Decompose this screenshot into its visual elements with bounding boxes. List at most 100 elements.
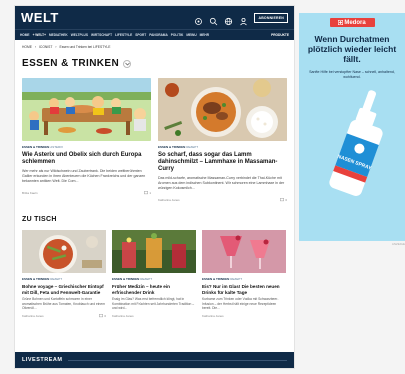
subscribe-button[interactable]: ABONNIEREN bbox=[254, 12, 288, 23]
article-headline[interactable]: Eis? Nur im Glas! Die besten neuen Drink… bbox=[202, 284, 286, 295]
nav-item-mehr[interactable]: MEHR bbox=[200, 33, 209, 37]
article-headline[interactable]: Bohne voyage – Griechischer Eintopf mit … bbox=[22, 284, 106, 295]
comments-count[interactable]: 0 bbox=[280, 198, 287, 202]
ad-brand-name: Medora bbox=[344, 19, 366, 26]
kicker-category: ESSEN & TRINKEN bbox=[22, 277, 50, 281]
kicker-subcategory: REZEPT bbox=[140, 277, 153, 281]
article-meta: Katharina Janes bbox=[202, 314, 286, 318]
article-author[interactable]: Katharina Janes bbox=[22, 314, 44, 318]
divider bbox=[68, 359, 287, 361]
zu-tisch-grid: ESSEN & TRINKEN REZEPT Bohne voyage – Gr… bbox=[15, 223, 294, 318]
brightness-icon[interactable] bbox=[194, 13, 203, 25]
nav-item-sport[interactable]: SPORT bbox=[135, 33, 146, 37]
kicker-category: ESSEN & TRINKEN bbox=[158, 145, 186, 149]
kicker-subcategory: REZEPT bbox=[50, 277, 63, 281]
site-header: WELT ABONNIEREN bbox=[15, 6, 294, 29]
medical-cross-icon bbox=[338, 20, 344, 25]
main-nav: HOME + WELT+ MEDIATHEK WELTPLUS WIRTSCHA… bbox=[15, 29, 294, 40]
hero-article-lamm-curry[interactable]: ESSEN & TRINKEN REZEPT So scharf, dass s… bbox=[158, 78, 287, 202]
lamb-curry-image[interactable] bbox=[158, 78, 287, 141]
article-headline[interactable]: Früher Medizin – heute ein erfrischender… bbox=[112, 284, 196, 295]
chevron-down-icon[interactable] bbox=[123, 59, 132, 68]
article-teaser: Essig im Glas? Was erst befremdlich klin… bbox=[112, 297, 195, 310]
ad-label: ANZEIGE bbox=[391, 242, 405, 246]
article-card-drink[interactable]: ESSEN & TRINKEN REZEPT Früher Medizin – … bbox=[112, 230, 196, 318]
livestream-bar[interactable]: LIVESTREAM bbox=[15, 352, 294, 368]
article-author[interactable]: Katharina Janes bbox=[112, 314, 134, 318]
nav-item-politik[interactable]: POLITIK bbox=[171, 33, 184, 37]
advertisement-banner[interactable]: Medora Wenn Durchatmen plötzlich wieder … bbox=[299, 13, 405, 241]
browser-viewport: WELT ABONNIEREN HOME + WELT+ MEDIATHEK W… bbox=[0, 0, 405, 374]
article-meta: Katharina Janes 0 bbox=[158, 198, 287, 202]
nav-item-wirtschaft[interactable]: WIRTSCHAFT bbox=[91, 33, 112, 37]
kicker-subcategory: ASTERIX bbox=[50, 145, 64, 149]
comment-icon bbox=[99, 314, 104, 318]
breadcrumb-home[interactable]: HOME bbox=[22, 45, 32, 49]
article-teaser: Wer mehr als nur Wildschwein und Zaubert… bbox=[22, 169, 146, 183]
article-card-eis-drinks[interactable]: ESSEN & TRINKEN REZEPT Eis? Nur im Glas!… bbox=[202, 230, 286, 318]
breadcrumb-separator: › bbox=[55, 45, 57, 49]
article-meta: Katharina Janes bbox=[112, 314, 196, 318]
kicker-category: ESSEN & TRINKEN bbox=[112, 277, 140, 281]
kicker-category: ESSEN & TRINKEN bbox=[202, 277, 230, 281]
nav-item-mediathek[interactable]: MEDIATHEK bbox=[49, 33, 68, 37]
comment-icon bbox=[280, 198, 285, 202]
header-icons: ABONNIEREN bbox=[194, 12, 288, 26]
hero-article-asterix[interactable]: ESSEN & TRINKEN ASTERIX Wie Asterix und … bbox=[22, 78, 151, 202]
drink-glasses-image[interactable] bbox=[112, 230, 196, 273]
article-headline[interactable]: Wie Asterix und Obelix sich durch Europa… bbox=[22, 152, 151, 166]
article-teaser: Kurbame zum Trinken oder Vodka mit Schwa… bbox=[202, 297, 279, 310]
article-teaser: Das mild-scharfe, aromatische Massaman-C… bbox=[158, 176, 285, 190]
welt-page: WELT ABONNIEREN HOME + WELT+ MEDIATHEK W… bbox=[15, 6, 294, 368]
cocktail-image[interactable] bbox=[202, 230, 286, 273]
article-kicker: ESSEN & TRINKEN REZEPT bbox=[202, 277, 286, 281]
user-icon[interactable] bbox=[239, 13, 248, 26]
article-author[interactable]: Katharina Janes bbox=[202, 314, 224, 318]
ad-headline[interactable]: Wenn Durchatmen plötzlich wieder leicht … bbox=[299, 34, 405, 64]
nasal-spray-bottle: NASEN SPRAY bbox=[329, 90, 383, 196]
nav-item-home[interactable]: HOME bbox=[20, 33, 30, 37]
article-meta: Britta Kaeln 1 bbox=[22, 191, 151, 195]
article-author[interactable]: Britta Kaeln bbox=[22, 191, 38, 195]
nav-item-weltplus[interactable]: + WELT+ bbox=[33, 33, 46, 37]
kicker-subcategory: REZEPT bbox=[230, 277, 243, 281]
nav-item-lifestyle[interactable]: LIFESTYLE bbox=[115, 33, 132, 37]
breadcrumb-current: Essen und Trinken bei LIFESTYLE bbox=[59, 45, 111, 49]
article-kicker: ESSEN & TRINKEN ASTERIX bbox=[22, 145, 151, 149]
nav-item-panorama[interactable]: PANORAMA bbox=[149, 33, 168, 37]
article-author[interactable]: Katharina Janes bbox=[158, 198, 180, 202]
globe-icon[interactable] bbox=[224, 13, 233, 26]
section-header: ESSEN & TRINKEN bbox=[15, 49, 294, 69]
comments-number: 1 bbox=[149, 191, 151, 195]
breadcrumb-separator: › bbox=[34, 45, 37, 49]
article-kicker: ESSEN & TRINKEN REZEPT bbox=[22, 277, 106, 281]
kicker-category: ESSEN & TRINKEN bbox=[22, 145, 50, 149]
breadcrumb-iconist[interactable]: ICONIST bbox=[39, 45, 52, 49]
comments-count[interactable]: 1 bbox=[144, 191, 151, 195]
comments-count[interactable]: 0 bbox=[99, 314, 106, 318]
article-kicker: ESSEN & TRINKEN REZEPT bbox=[112, 277, 196, 281]
welt-logo[interactable]: WELT bbox=[21, 10, 59, 25]
hero-teasers: ESSEN & TRINKEN ASTERIX Wie Asterix und … bbox=[15, 69, 294, 202]
bean-stew-image[interactable] bbox=[22, 230, 106, 273]
comments-number: 0 bbox=[104, 314, 106, 319]
asterix-comic-image[interactable] bbox=[22, 78, 151, 141]
nav-item-meinung[interactable]: MEINU bbox=[186, 33, 196, 37]
nav-item-produkte[interactable]: PRODUKTE bbox=[271, 33, 289, 37]
article-headline[interactable]: So scharf, dass sogar das Lamm dahinschm… bbox=[158, 152, 287, 173]
zu-tisch-heading[interactable]: ZU TISCH bbox=[15, 202, 294, 223]
ad-subtext: Sanfte Hilfe bei verstopfter Nase – schn… bbox=[309, 70, 395, 79]
kicker-subcategory: REZEPT bbox=[186, 145, 199, 149]
search-icon[interactable] bbox=[209, 13, 218, 26]
breadcrumb: HOME › ICONIST › Essen und Trinken bei L… bbox=[15, 40, 294, 49]
page-title: ESSEN & TRINKEN bbox=[22, 58, 120, 69]
article-card-bohnen[interactable]: ESSEN & TRINKEN REZEPT Bohne voyage – Gr… bbox=[22, 230, 106, 318]
comments-number: 0 bbox=[285, 198, 287, 202]
comment-icon bbox=[144, 191, 149, 195]
article-kicker: ESSEN & TRINKEN REZEPT bbox=[158, 145, 287, 149]
livestream-label[interactable]: LIVESTREAM bbox=[22, 357, 62, 363]
article-meta: Katharina Janes 0 bbox=[22, 314, 106, 318]
nav-item-weltplus-2[interactable]: WELTPLUS bbox=[71, 33, 88, 37]
article-teaser: Grüne Bohnen und Kartoffeln schmoren in … bbox=[22, 297, 105, 310]
ad-brand-badge[interactable]: Medora bbox=[329, 18, 375, 27]
